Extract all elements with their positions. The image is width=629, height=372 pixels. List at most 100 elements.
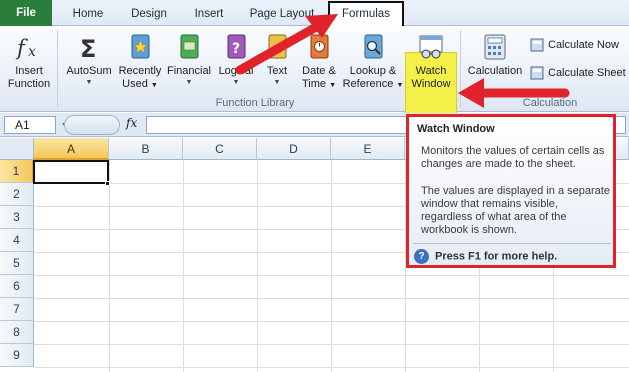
row-header-2[interactable]: 2 xyxy=(0,183,34,206)
financial-label: Financial xyxy=(166,65,212,77)
calculate-now-button[interactable]: Calculate Now xyxy=(530,38,619,52)
watch-window-label-1: Watch xyxy=(415,65,447,77)
gridline xyxy=(34,275,629,276)
watch-window-icon xyxy=(416,32,446,62)
separator xyxy=(57,30,58,108)
tab-page-layout[interactable]: Page Layout xyxy=(244,4,320,26)
formula-bar-resize-handle[interactable] xyxy=(64,115,120,135)
sigma-icon: Σ xyxy=(74,32,104,63)
fill-handle[interactable] xyxy=(105,181,110,186)
tooltip-title: Watch Window xyxy=(417,123,495,135)
tab-design[interactable]: Design xyxy=(122,4,176,26)
recently-used-label-2: Used xyxy=(122,78,148,90)
tooltip-description-2: The values are displayed in a separate w… xyxy=(421,185,610,236)
insert-function-button[interactable]: fx Insert Function xyxy=(4,32,54,91)
gridline xyxy=(331,160,332,372)
chevron-down-icon: ▼ xyxy=(185,79,193,86)
book-money-icon xyxy=(174,32,204,62)
autosum-button[interactable]: Σ AutoSum ▼ xyxy=(62,32,116,87)
book-question-icon: ? xyxy=(221,32,251,62)
book-magnifier-icon xyxy=(358,32,388,62)
text-button[interactable]: A Text ▼ xyxy=(258,32,296,87)
svg-text:A: A xyxy=(272,44,280,55)
row-header-4[interactable]: 4 xyxy=(0,229,34,252)
row-header-3[interactable]: 3 xyxy=(0,206,34,229)
row-header-6[interactable]: 6 xyxy=(0,275,34,298)
financial-button[interactable]: Financial ▼ xyxy=(164,32,214,87)
column-header-a[interactable]: A xyxy=(34,138,109,160)
column-header-e[interactable]: E xyxy=(331,138,405,160)
svg-text:x: x xyxy=(28,44,36,60)
text-label: Text xyxy=(266,65,288,77)
book-text-icon: A xyxy=(262,32,292,62)
row-header-9[interactable]: 9 xyxy=(0,344,34,367)
calculator-icon xyxy=(480,32,510,62)
book-star-icon xyxy=(125,32,155,62)
tooltip-help-text: Press F1 for more help. xyxy=(435,250,558,263)
calculation-options-label: Calculation xyxy=(467,65,523,77)
active-cell-a1[interactable] xyxy=(33,160,109,184)
insert-function-label-1: Insert xyxy=(15,65,43,77)
book-clock-icon xyxy=(304,32,334,62)
logical-button[interactable]: ? Logical ▼ xyxy=(216,32,256,87)
svg-text:?: ? xyxy=(232,41,240,57)
date-time-button[interactable]: Date & Time ▼ xyxy=(296,32,342,92)
column-header-b[interactable]: B xyxy=(109,138,183,160)
lookup-reference-button[interactable]: Lookup & Reference ▼ xyxy=(342,32,404,92)
svg-text:f: f xyxy=(15,36,28,60)
fx-button[interactable]: fx xyxy=(126,116,137,130)
calculator-small-icon xyxy=(530,38,544,52)
group-label-function-library: Function Library xyxy=(215,97,295,109)
chevron-down-icon: ▼ xyxy=(232,79,240,86)
row-header-8[interactable]: 8 xyxy=(0,321,34,344)
recently-used-button[interactable]: Recently Used ▼ xyxy=(117,32,163,92)
chevron-down-icon: ▼ xyxy=(396,82,404,89)
gridline xyxy=(34,367,629,368)
chevron-down-icon: ▼ xyxy=(150,82,158,89)
calculate-sheet-label: Calculate Sheet xyxy=(548,66,626,79)
watch-window-button[interactable]: Watch Window xyxy=(405,32,457,91)
column-header-d[interactable]: D xyxy=(257,138,331,160)
chevron-down-icon: ▼ xyxy=(273,79,281,86)
gridline xyxy=(34,321,629,322)
row-header-5[interactable]: 5 xyxy=(0,252,34,275)
svg-text:Σ: Σ xyxy=(80,35,96,62)
tab-file[interactable]: File xyxy=(0,0,52,26)
logical-label: Logical xyxy=(218,65,254,77)
recently-used-label-1: Recently xyxy=(118,65,162,77)
autosum-label: AutoSum xyxy=(66,65,112,77)
lookup-label-1: Lookup & xyxy=(349,65,397,77)
watch-window-tooltip: Watch Window Monitors the values of cert… xyxy=(406,114,616,268)
select-all-corner[interactable] xyxy=(0,138,34,160)
calculate-sheet-button[interactable]: Calculate Sheet xyxy=(530,66,626,80)
tooltip-help: ? Press F1 for more help. xyxy=(414,249,557,264)
calculate-now-label: Calculate Now xyxy=(548,38,619,51)
gridline xyxy=(183,160,184,372)
column-header-c[interactable]: C xyxy=(183,138,257,160)
chevron-down-icon: ▼ xyxy=(85,79,93,86)
tab-insert[interactable]: Insert xyxy=(184,4,234,26)
name-box[interactable]: A1 xyxy=(4,116,56,134)
gridline xyxy=(34,298,629,299)
tooltip-divider xyxy=(413,243,611,244)
row-header-1[interactable]: 1 xyxy=(0,160,34,183)
ribbon-formulas: fx Insert Function Σ AutoSum ▼ Recently … xyxy=(0,26,629,122)
gridline xyxy=(257,160,258,372)
insert-function-label-2: Function xyxy=(7,78,51,90)
lookup-label-2: Reference xyxy=(342,78,394,90)
group-label-calculation: Calculation xyxy=(522,97,578,109)
gridline xyxy=(34,344,629,345)
date-time-label-2: Time xyxy=(301,78,327,90)
date-time-label-1: Date & xyxy=(302,65,336,77)
calculator-sheet-icon xyxy=(530,66,544,80)
row-header-7[interactable]: 7 xyxy=(0,298,34,321)
tab-home[interactable]: Home xyxy=(62,4,114,26)
separator xyxy=(460,30,461,108)
tooltip-description: Monitors the values of certain cells as … xyxy=(421,145,605,170)
fx-icon: fx xyxy=(14,32,44,62)
chevron-down-icon: ▼ xyxy=(329,82,337,89)
help-icon: ? xyxy=(414,249,429,264)
watch-window-label-2: Window xyxy=(411,78,451,90)
calculation-options-button[interactable]: Calculation xyxy=(464,32,526,78)
tab-formulas[interactable]: Formulas xyxy=(328,1,404,26)
